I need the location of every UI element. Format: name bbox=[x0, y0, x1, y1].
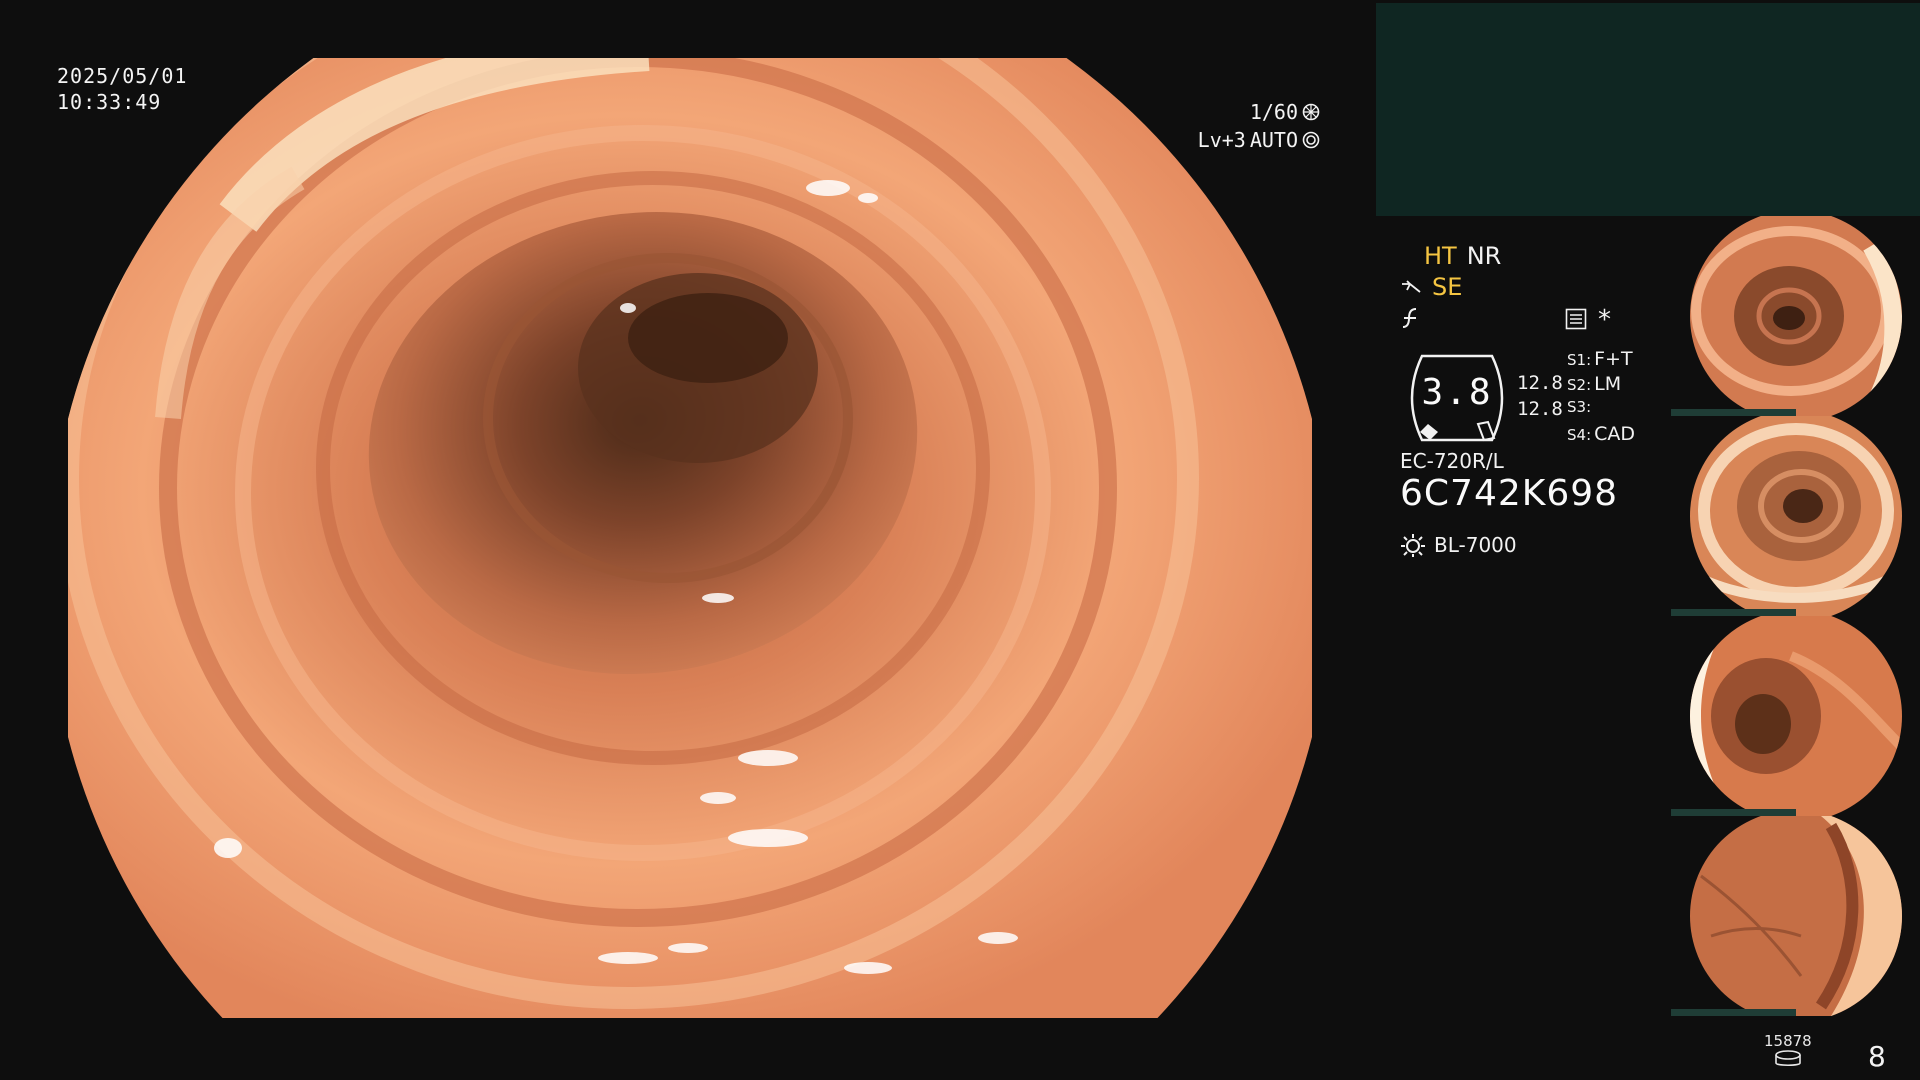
light-source-readout: BL-7000 bbox=[1400, 532, 1517, 558]
slot-s1-value: F+T bbox=[1594, 348, 1633, 370]
image-settings-icon bbox=[1565, 308, 1587, 330]
auto-iris-icon bbox=[1302, 131, 1320, 149]
thumbnail-1[interactable] bbox=[1671, 216, 1919, 416]
zoom-value: 3.8 bbox=[1421, 372, 1493, 413]
gain-bottom: 12.8 bbox=[1517, 398, 1563, 420]
slot-s2: S2: LM bbox=[1567, 373, 1621, 395]
storage-count: 15878 bbox=[1764, 1032, 1812, 1050]
mode-se: SE bbox=[1432, 273, 1463, 301]
exposure-mode: AUTO bbox=[1249, 128, 1298, 152]
slot-s4: S4: CAD bbox=[1567, 423, 1635, 445]
slot-s3: S3: bbox=[1567, 398, 1594, 416]
thumbnail-1-bar bbox=[1671, 409, 1796, 416]
slot-s4-value: CAD bbox=[1594, 423, 1636, 445]
shutter-speed-readout: 1/60 bbox=[1250, 100, 1320, 124]
scope-serial: 6C742K698 bbox=[1400, 473, 1619, 514]
storage-icon bbox=[1775, 1050, 1801, 1067]
thumbnail-2[interactable] bbox=[1671, 416, 1919, 616]
page-number: 8 bbox=[1868, 1040, 1886, 1073]
slot-s2-label: S2: bbox=[1567, 376, 1592, 394]
mode-nr: NR bbox=[1466, 242, 1502, 270]
preview-window bbox=[1376, 3, 1920, 216]
mode-line-se: SE bbox=[1400, 273, 1462, 301]
time-readout: 10:33:49 bbox=[57, 90, 162, 114]
mode-line-ht-nr: HT NR bbox=[1424, 242, 1501, 270]
main-endoscopic-view bbox=[68, 58, 1312, 1018]
shutter-icon bbox=[1302, 103, 1320, 121]
thumbnail-3-bar bbox=[1671, 809, 1796, 816]
slot-s1-label: S1: bbox=[1567, 351, 1592, 369]
exposure-level: Lv+3 bbox=[1197, 128, 1246, 152]
mode-ht: HT bbox=[1424, 242, 1457, 270]
slot-s3-label: S3: bbox=[1567, 398, 1592, 416]
thumbnail-4-bar bbox=[1671, 1009, 1796, 1016]
contrast-icon bbox=[1402, 308, 1417, 328]
slot-s2-value: LM bbox=[1594, 373, 1622, 395]
asterisk-marker: * bbox=[1598, 305, 1611, 335]
gain-top: 12.8 bbox=[1517, 372, 1563, 394]
exposure-readout: Lv+3 AUTO bbox=[1198, 128, 1320, 152]
slot-s4-label: S4: bbox=[1567, 426, 1592, 444]
thumbnail-3[interactable] bbox=[1671, 616, 1919, 816]
slot-s1: S1: F+T bbox=[1567, 348, 1633, 370]
date-readout: 2025/05/01 bbox=[57, 64, 188, 88]
thumbnail-4[interactable] bbox=[1671, 816, 1919, 1016]
light-source-name: BL-7000 bbox=[1434, 533, 1517, 557]
light-source-icon bbox=[1401, 534, 1425, 557]
endoscope-screen: 2025/05/01 10:33:49 1/60 Lv+3 AUTO HT NR… bbox=[0, 0, 1920, 1080]
thumbnail-2-bar bbox=[1671, 609, 1796, 616]
shutter-value: 1/60 bbox=[1249, 100, 1298, 124]
enhancement-icon bbox=[1402, 280, 1421, 293]
scope-model: EC-720R/L bbox=[1400, 449, 1504, 473]
